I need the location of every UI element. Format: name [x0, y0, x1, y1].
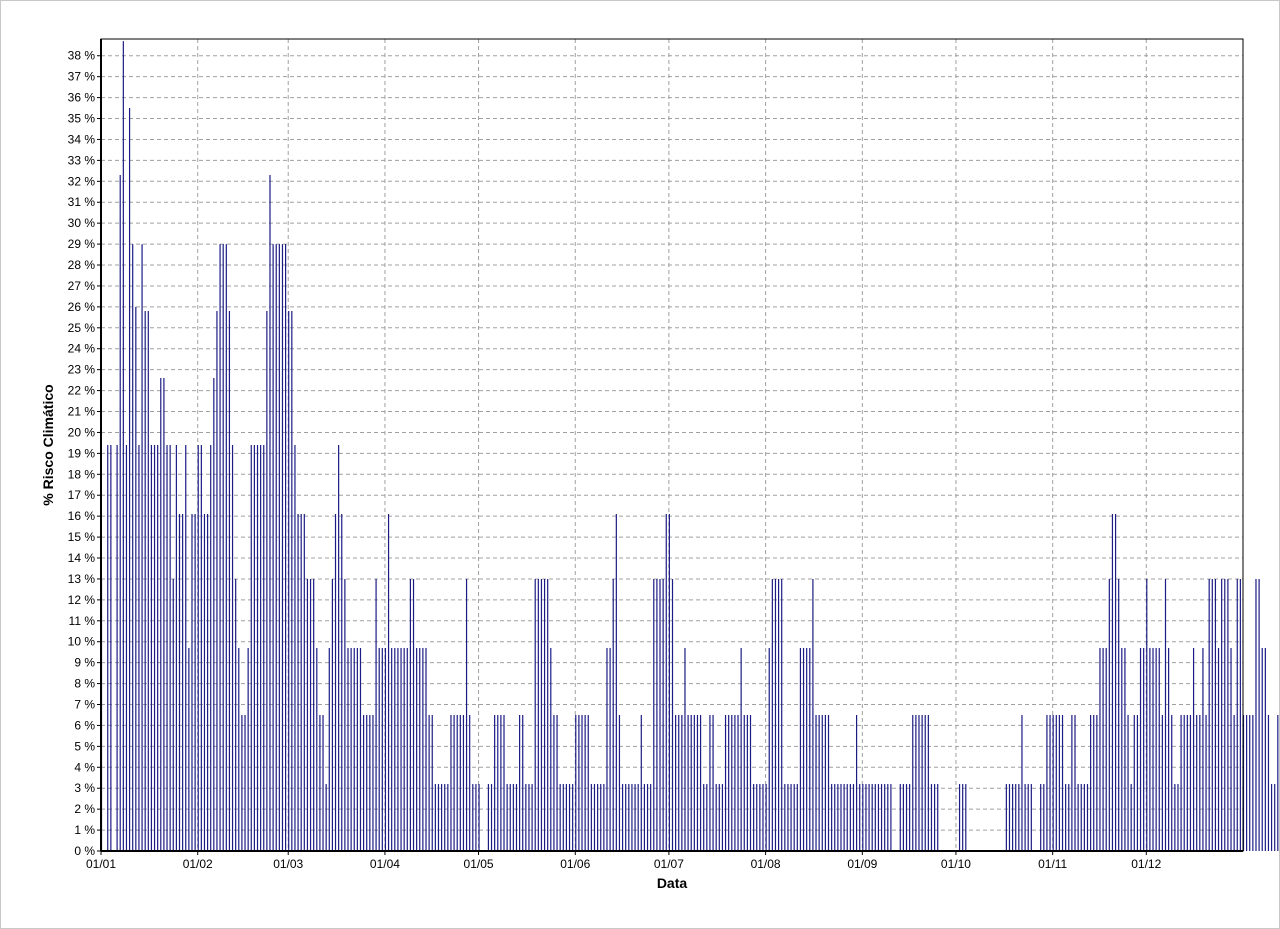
x-axis-title: Data	[657, 875, 688, 891]
y-tick-label: 31 %	[68, 195, 96, 209]
y-tick-label: 24 %	[68, 342, 96, 356]
y-tick-label: 32 %	[68, 174, 96, 188]
y-tick-label: 29 %	[68, 237, 96, 251]
y-tick-label: 1 %	[74, 823, 95, 837]
y-tick-label: 13 %	[68, 572, 96, 586]
y-tick-label: 10 %	[68, 635, 96, 649]
risk-bar-chart: 0 % 1 % 2 % 3 % 4 % 5 % 6 % 7 % 8 % 9 % 10 % 11 % 12…	[40, 38, 1279, 891]
y-tick-label: 34 %	[68, 132, 96, 146]
x-tick-label: 01/03	[273, 857, 303, 871]
x-tick-label: 01/11	[1038, 857, 1067, 871]
y-tick-label: 5 %	[74, 739, 95, 753]
y-tick-label: 27 %	[68, 279, 96, 293]
ticks-layer: 0 % 1 % 2 % 3 % 4 % 5 % 6 % 7 % 8 % 9 % 10 % 11 % 12…	[68, 49, 1162, 871]
y-tick-label: 37 %	[68, 70, 96, 84]
x-tick-label: 01/06	[560, 857, 590, 871]
y-tick-label: 3 %	[74, 781, 95, 795]
y-tick-label: 8 %	[74, 677, 95, 691]
y-tick-label: 17 %	[68, 488, 96, 502]
y-tick-label: 26 %	[68, 300, 96, 314]
y-tick-label: 23 %	[68, 363, 96, 377]
y-tick-label: 11 %	[69, 614, 96, 628]
x-tick-label: 01/08	[751, 857, 781, 871]
y-tick-label: 6 %	[74, 718, 95, 732]
x-tick-label: 01/12	[1131, 857, 1161, 871]
y-tick-label: 15 %	[68, 530, 96, 544]
y-tick-label: 2 %	[74, 802, 95, 816]
y-tick-label: 19 %	[68, 446, 96, 460]
y-tick-label: 35 %	[68, 112, 96, 126]
y-tick-label: 14 %	[68, 551, 96, 565]
y-axis-title: % Risco Climático	[40, 384, 56, 505]
y-tick-label: 7 %	[74, 698, 95, 712]
x-tick-label: 01/07	[654, 857, 684, 871]
y-tick-label: 12 %	[68, 593, 96, 607]
y-tick-label: 38 %	[68, 49, 96, 63]
x-tick-label: 01/09	[847, 857, 877, 871]
x-tick-label: 01/02	[183, 857, 213, 871]
y-tick-label: 16 %	[68, 509, 96, 523]
y-tick-label: 4 %	[74, 760, 95, 774]
y-tick-label: 33 %	[68, 153, 96, 167]
chart-container: 0 % 1 % 2 % 3 % 4 % 5 % 6 % 7 % 8 % 9 % 10 % 11 % 12…	[0, 0, 1280, 929]
y-tick-label: 22 %	[68, 384, 96, 398]
y-tick-label: 36 %	[68, 91, 96, 105]
y-tick-label: 21 %	[68, 405, 96, 419]
y-tick-label: 28 %	[68, 258, 96, 272]
bars-layer	[100, 41, 1279, 851]
y-tick-label: 25 %	[68, 321, 96, 335]
y-tick-label: 18 %	[68, 467, 96, 481]
x-tick-label: 01/05	[464, 857, 494, 871]
y-tick-label: 20 %	[68, 425, 96, 439]
x-tick-label: 01/01	[86, 857, 116, 871]
y-tick-label: 0 %	[74, 844, 95, 858]
y-tick-label: 30 %	[68, 216, 96, 230]
y-tick-label: 9 %	[74, 656, 95, 670]
x-tick-label: 01/10	[941, 857, 971, 871]
x-tick-label: 01/04	[370, 857, 400, 871]
